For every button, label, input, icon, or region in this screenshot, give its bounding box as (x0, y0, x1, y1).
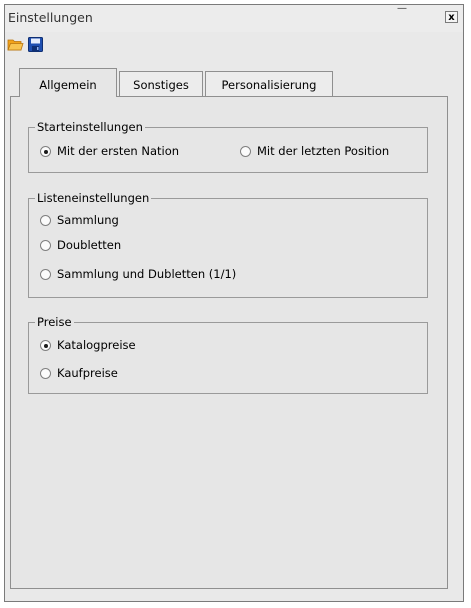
window-title: Einstellungen (8, 10, 93, 25)
radio-circle[interactable] (40, 367, 51, 379)
group-legend: Starteinstellungen (35, 120, 145, 134)
close-button[interactable]: x (445, 11, 458, 23)
radio-mit-der-letzten-position[interactable]: Mit der letzten Position (240, 144, 389, 158)
radio-sammlung[interactable]: Sammlung (40, 213, 119, 227)
tab-personalisierung[interactable]: Personalisierung (205, 71, 333, 97)
radio-label: Sammlung (57, 213, 119, 227)
radio-sammlung-und-dubletten[interactable]: Sammlung und Dubletten (1/1) (40, 267, 236, 281)
radio-label: Katalogpreise (57, 338, 136, 352)
title-bar[interactable]: Einstellungen — x (5, 3, 463, 32)
group-starteinstellungen: Starteinstellungen Mit der ersten Nation… (28, 120, 428, 173)
radio-label: Mit der ersten Nation (57, 144, 180, 158)
radio-mit-der-ersten-nation[interactable]: Mit der ersten Nation (40, 144, 179, 158)
radio-label: Kaufpreise (57, 366, 118, 380)
radio-circle[interactable] (40, 214, 51, 226)
group-legend: Listeneinstellungen (35, 191, 152, 205)
radio-katalogpreise[interactable]: Katalogpreise (40, 338, 136, 352)
tab-sonstiges[interactable]: Sonstiges (119, 71, 203, 97)
radio-label: Sammlung und Dubletten (1/1) (57, 267, 237, 281)
radio-label: Mit der letzten Position (257, 144, 390, 158)
group-legend: Preise (35, 315, 74, 329)
radio-circle-checked[interactable] (40, 339, 51, 351)
floppy-save-icon[interactable] (28, 37, 45, 52)
radio-circle[interactable] (40, 268, 51, 280)
folder-open-icon[interactable] (7, 37, 24, 52)
radio-circle-checked[interactable] (40, 145, 51, 157)
radio-kaufpreise[interactable]: Kaufpreise (40, 366, 118, 380)
tab-allgemein[interactable]: Allgemein (19, 68, 117, 97)
radio-circle[interactable] (240, 145, 251, 157)
toolbar (5, 32, 463, 56)
radio-doubletten[interactable]: Doubletten (40, 238, 121, 252)
group-preise: Preise Katalogpreise Kaufpreise (28, 315, 428, 394)
radio-circle[interactable] (40, 239, 51, 251)
minimize-mark: — (397, 3, 407, 14)
group-listeneinstellungen: Listeneinstellungen Sammlung Doubletten … (28, 191, 428, 298)
radio-label: Doubletten (57, 238, 122, 252)
